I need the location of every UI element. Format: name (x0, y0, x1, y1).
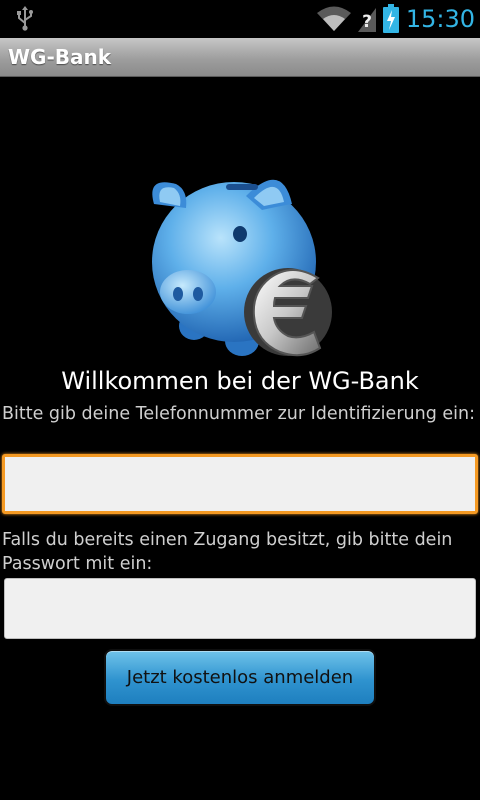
register-button[interactable]: Jetzt kostenlos anmelden (104, 649, 376, 706)
signal-unknown-icon: ? (358, 8, 376, 32)
app-title: WG-Bank (8, 45, 112, 69)
status-clock: 15:30 (405, 5, 475, 33)
password-prompt-label: Falls du bereits einen Zugang besitzt, g… (2, 530, 453, 574)
wifi-icon (317, 6, 351, 31)
phone-number-input[interactable] (2, 454, 478, 514)
piggy-bank-euro-icon (152, 179, 332, 357)
status-bar: ? 15:30 (0, 0, 480, 38)
title-bar: WG-Bank (0, 38, 480, 77)
usb-icon (17, 6, 33, 31)
password-input[interactable] (4, 578, 476, 639)
svg-text:?: ? (362, 12, 372, 32)
phone-prompt-label: Bitte gib deine Telefonnummer zur Identi… (2, 404, 475, 424)
battery-charging-icon (383, 4, 399, 33)
welcome-heading: Willkommen bei der WG-Bank (61, 367, 419, 395)
app-screen: ? 15:30 WG-Bank Willkommen bei der WG-Ba… (0, 0, 480, 800)
